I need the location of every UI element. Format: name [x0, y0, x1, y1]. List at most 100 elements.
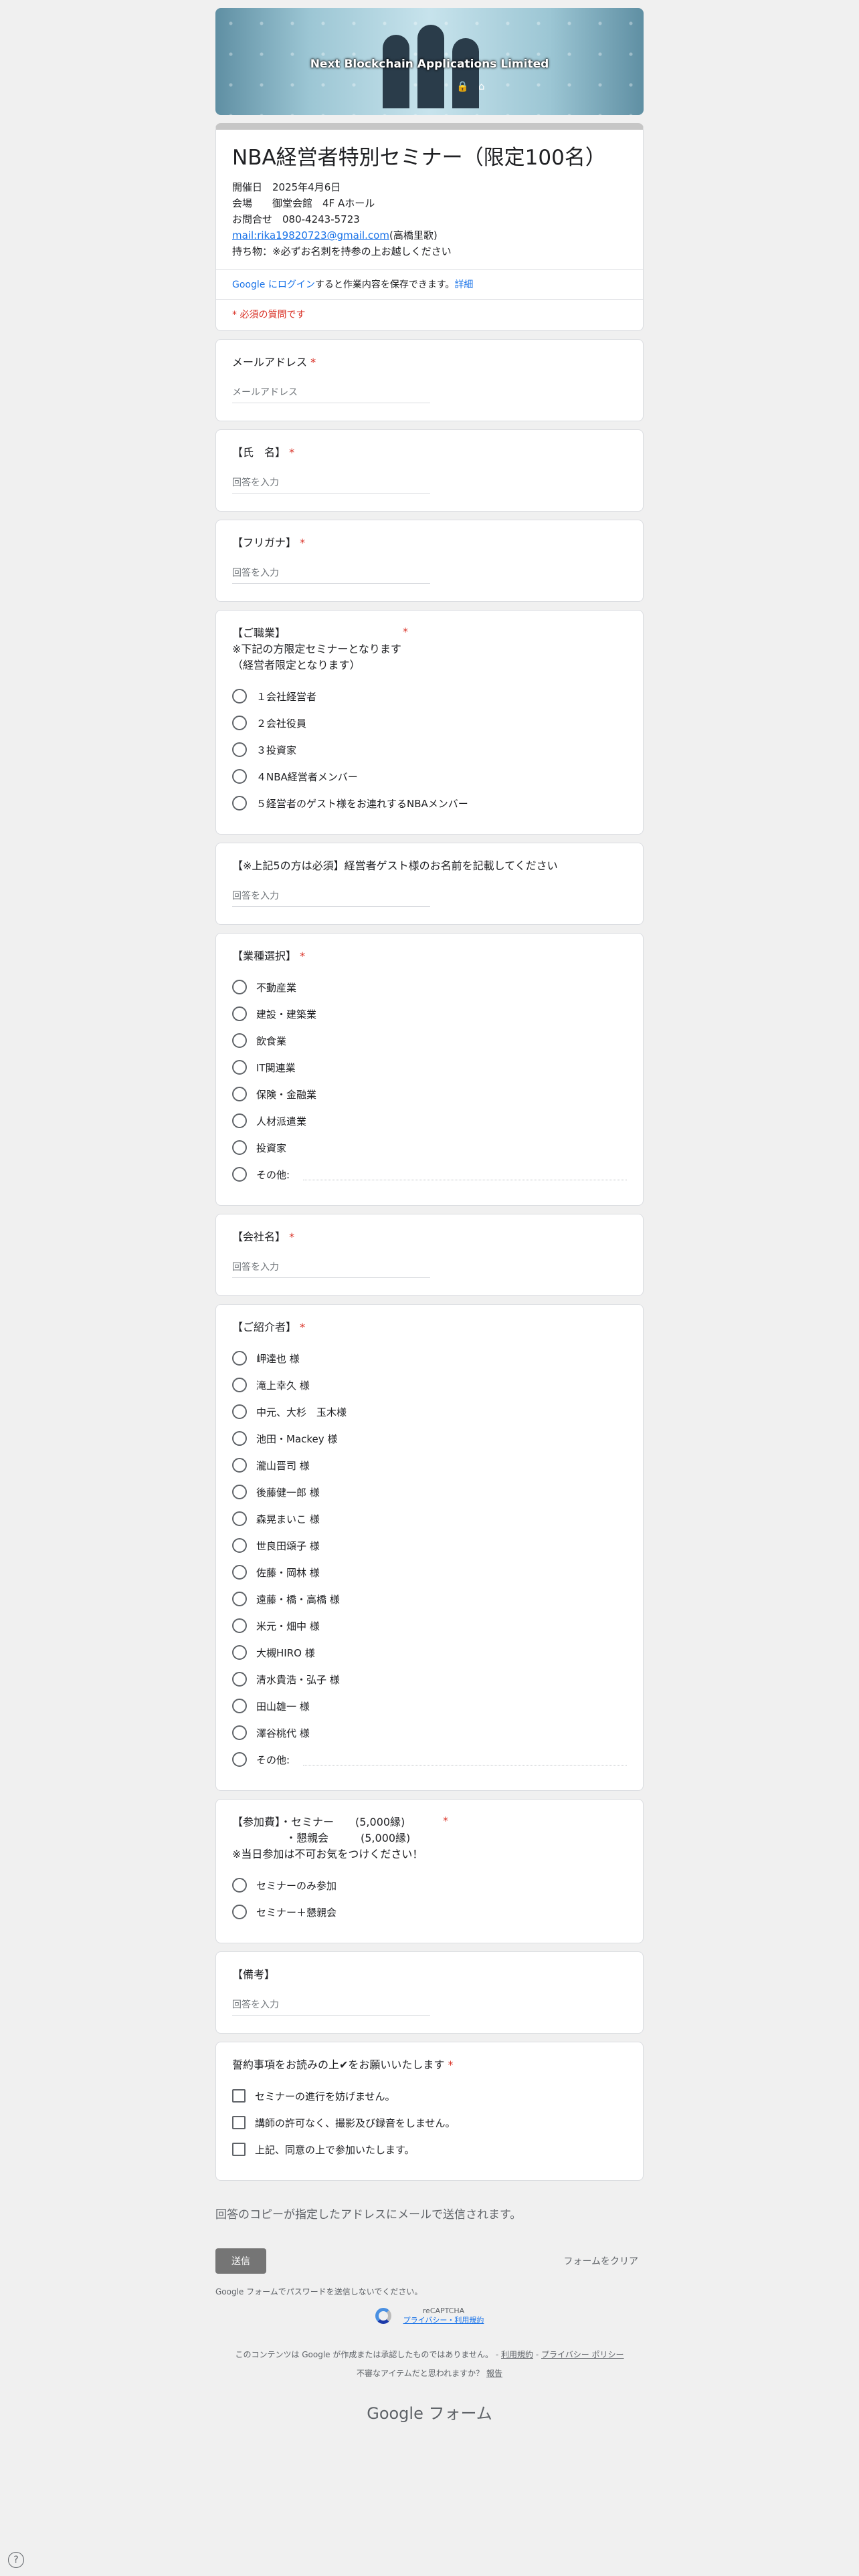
help-icon[interactable]: ?	[8, 2552, 24, 2568]
other-text-input[interactable]	[303, 1169, 627, 1180]
login-link[interactable]: Google にログイン	[232, 280, 315, 290]
recaptcha-icon	[375, 2308, 391, 2324]
name-input[interactable]: 回答を入力	[232, 475, 430, 494]
radio-circle[interactable]	[232, 1431, 247, 1446]
radio-circle[interactable]	[232, 1878, 247, 1893]
radio-circle[interactable]	[232, 689, 247, 704]
google-forms-logo[interactable]: Google フォーム	[215, 2400, 644, 2424]
radio-option[interactable]: ２会社役員	[232, 710, 627, 736]
option-label: IT関連業	[256, 1061, 296, 1074]
radio-option[interactable]: 澤谷桃代 様	[232, 1719, 627, 1746]
checkbox-option[interactable]: 上記、同意の上で参加いたします。	[232, 2136, 627, 2163]
radio-circle[interactable]	[232, 1378, 247, 1392]
checkbox[interactable]	[232, 2116, 246, 2129]
radio-option[interactable]: セミナーのみ参加	[232, 1872, 627, 1899]
checkbox[interactable]	[232, 2089, 246, 2103]
radio-option[interactable]: 岬達也 様	[232, 1345, 627, 1372]
radio-option[interactable]: IT関連業	[232, 1054, 627, 1081]
login-text: すると作業内容を保存できます。	[314, 280, 455, 290]
radio-option[interactable]: 清水貴浩・弘子 様	[232, 1666, 627, 1693]
privacy-link[interactable]: プライバシー ポリシー	[541, 2350, 624, 2359]
report-link[interactable]: 報告	[486, 2369, 502, 2378]
radio-option[interactable]: 世良田頌子 様	[232, 1532, 627, 1559]
radio-option[interactable]: 森晃まいこ 様	[232, 1505, 627, 1532]
radio-circle[interactable]	[232, 1538, 247, 1553]
radio-option-other[interactable]: その他:	[232, 1161, 627, 1188]
radio-option[interactable]: 建設・建築業	[232, 1000, 627, 1027]
recaptcha-links[interactable]: プライバシー・利用規約	[403, 2316, 484, 2325]
radio-option[interactable]: ４NBA経営者メンバー	[232, 763, 627, 790]
company-input[interactable]: 回答を入力	[232, 1260, 430, 1278]
radio-option[interactable]: ３投資家	[232, 736, 627, 763]
radio-option[interactable]: ５経営者のゲスト様をお連れするNBAメンバー	[232, 790, 627, 817]
radio-circle[interactable]	[232, 1087, 247, 1101]
option-label: 飲食業	[256, 1035, 287, 1047]
radio-circle[interactable]	[232, 1113, 247, 1128]
radio-option[interactable]: 人材派遣業	[232, 1107, 627, 1134]
radio-option[interactable]: 飲食業	[232, 1027, 627, 1054]
fee-options: セミナーのみ参加 セミナー＋懇親会	[232, 1872, 627, 1925]
radio-circle[interactable]	[232, 1458, 247, 1473]
radio-option[interactable]: 瀧山晋司 様	[232, 1452, 627, 1479]
radio-option[interactable]: 後藤健一郎 様	[232, 1479, 627, 1505]
radio-option[interactable]: 池田・Mackey 様	[232, 1425, 627, 1452]
option-label: 建設・建築業	[256, 1008, 317, 1021]
option-label: 滝上幸久 様	[256, 1379, 310, 1392]
option-label: 世良田頌子 様	[256, 1539, 320, 1552]
radio-circle[interactable]	[232, 716, 247, 730]
radio-circle[interactable]	[232, 796, 247, 811]
radio-circle[interactable]	[232, 1725, 247, 1740]
radio-circle[interactable]	[232, 1033, 247, 1048]
clear-form-button[interactable]: フォームをクリア	[563, 2254, 644, 2268]
radio-option[interactable]: 大槻HIRO 様	[232, 1639, 627, 1666]
terms-link[interactable]: 利用規約	[501, 2350, 533, 2359]
radio-circle[interactable]	[232, 1752, 247, 1767]
radio-circle[interactable]	[232, 1404, 247, 1419]
radio-option[interactable]: 投資家	[232, 1134, 627, 1161]
radio-circle[interactable]	[232, 1592, 247, 1606]
details-link[interactable]: 詳細	[454, 280, 473, 290]
radio-option[interactable]: １会社経営者	[232, 683, 627, 710]
required-star: *	[289, 1230, 295, 1243]
radio-circle[interactable]	[232, 1485, 247, 1499]
radio-circle[interactable]	[232, 1565, 247, 1580]
radio-option[interactable]: 米元・畑中 様	[232, 1612, 627, 1639]
radio-option[interactable]: 中元、大杉 玉木様	[232, 1398, 627, 1425]
radio-circle[interactable]	[232, 1511, 247, 1526]
checkbox-option[interactable]: 講師の許可なく、撮影及び録音をしません。	[232, 2109, 627, 2136]
radio-circle[interactable]	[232, 1060, 247, 1075]
remarks-input[interactable]: 回答を入力	[232, 1998, 430, 2016]
radio-circle[interactable]	[232, 742, 247, 757]
radio-option[interactable]: 田山雄一 様	[232, 1693, 627, 1719]
radio-circle[interactable]	[232, 769, 247, 784]
option-label: 上記、同意の上で参加いたします。	[255, 2143, 415, 2156]
radio-option[interactable]: 保険・金融業	[232, 1081, 627, 1107]
guest-name-input[interactable]: 回答を入力	[232, 889, 430, 907]
radio-option[interactable]: セミナー＋懇親会	[232, 1899, 627, 1925]
radio-circle[interactable]	[232, 1699, 247, 1713]
email-input[interactable]: メールアドレス	[232, 385, 430, 403]
radio-option[interactable]: 佐藤・岡林 様	[232, 1559, 627, 1586]
radio-circle[interactable]	[232, 1905, 247, 1919]
other-text-input[interactable]	[303, 1754, 627, 1765]
radio-option[interactable]: 滝上幸久 様	[232, 1372, 627, 1398]
radio-circle[interactable]	[232, 1645, 247, 1660]
radio-circle[interactable]	[232, 1140, 247, 1155]
checkbox-option[interactable]: セミナーの進行を妨げません。	[232, 2082, 627, 2109]
radio-option[interactable]: 遠藤・橋・高橋 様	[232, 1586, 627, 1612]
footer-disclaimer: このコンテンツは Google が作成または承認したものではありません。 - 利…	[235, 2350, 624, 2378]
furigana-input[interactable]: 回答を入力	[232, 566, 430, 584]
contact-email-link[interactable]: mail:rika19820723@gmail.com	[232, 229, 389, 241]
radio-circle[interactable]	[232, 980, 247, 994]
radio-circle[interactable]	[232, 1167, 247, 1182]
radio-option[interactable]: 不動産業	[232, 974, 627, 1000]
option-label: ３投資家	[256, 744, 297, 756]
radio-circle[interactable]	[232, 1351, 247, 1366]
radio-option-other[interactable]: その他:	[232, 1746, 627, 1773]
required-star: *	[448, 2058, 454, 2071]
checkbox[interactable]	[232, 2143, 246, 2156]
radio-circle[interactable]	[232, 1618, 247, 1633]
submit-button[interactable]: 送信	[215, 2248, 266, 2274]
radio-circle[interactable]	[232, 1672, 247, 1687]
radio-circle[interactable]	[232, 1006, 247, 1021]
